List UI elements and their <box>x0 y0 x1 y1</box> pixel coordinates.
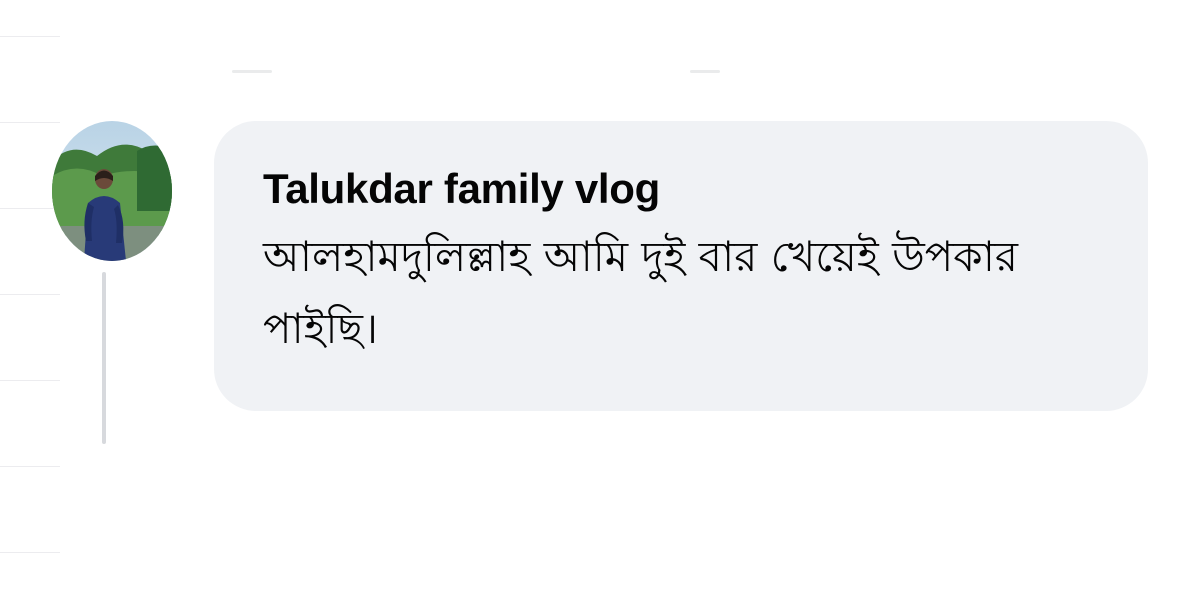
thread-line <box>102 272 106 444</box>
profile-photo-icon <box>52 121 172 261</box>
comment: Talukdar family vlog আলহামদুলিল্লাহ আমি … <box>0 0 1200 602</box>
comment-text: আলহামদুলিল্লাহ আমি দুই বার খেয়েই উপকার … <box>263 232 1018 353</box>
avatar[interactable] <box>52 121 172 261</box>
comment-bubble: Talukdar family vlog আলহামদুলিল্লাহ আমি … <box>214 121 1148 411</box>
comment-author[interactable]: Talukdar family vlog <box>263 163 1100 215</box>
